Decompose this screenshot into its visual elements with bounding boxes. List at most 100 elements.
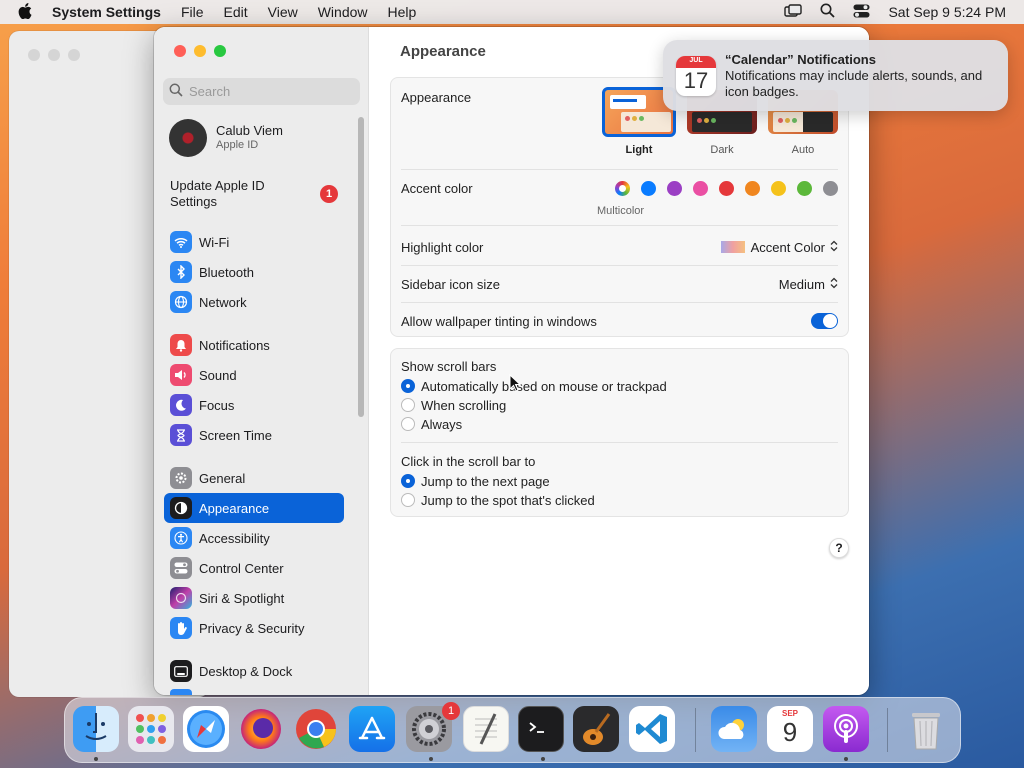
bg-window-minimize-button[interactable]	[48, 49, 60, 61]
radio-auto-scroll[interactable]	[401, 379, 415, 393]
sidebar-item-siri-spotlight[interactable]: Siri & Spotlight	[164, 584, 344, 612]
radio-when-scrolling[interactable]	[401, 398, 415, 412]
bg-window-close-button[interactable]	[28, 49, 40, 61]
appearance-label: Appearance	[401, 90, 472, 105]
search-icon	[169, 83, 189, 100]
calendar-app-icon[interactable]: SEP 9	[767, 706, 813, 752]
sidebar: Search Calub Viem Apple ID Update Apple …	[154, 27, 369, 695]
radio-jump-to-spot-label[interactable]: Jump to the spot that's clicked	[421, 493, 595, 508]
show-scroll-bars-label: Show scroll bars	[401, 359, 497, 374]
radio-jump-to-spot[interactable]	[401, 493, 415, 507]
sidebar-item-screen-time[interactable]: Screen Time	[164, 421, 344, 449]
sidebar-item-appearance[interactable]: Appearance	[164, 493, 344, 523]
sidebar-item-focus[interactable]: Focus	[164, 391, 344, 419]
chevron-updown-icon	[830, 240, 838, 255]
sidebar-item-accessibility[interactable]: Accessibility	[164, 524, 344, 552]
dock-separator	[887, 708, 888, 752]
finder-icon[interactable]	[73, 706, 119, 752]
menu-view[interactable]: View	[268, 4, 298, 20]
search-field[interactable]: Search	[163, 78, 360, 105]
menu-clock[interactable]: Sat Sep 9 5:24 PM	[888, 4, 1006, 20]
accent-purple-swatch[interactable]	[667, 181, 682, 196]
radio-always-label[interactable]: Always	[421, 417, 462, 432]
menu-edit[interactable]: Edit	[224, 4, 248, 20]
moon-icon	[170, 394, 192, 416]
menu-file[interactable]: File	[181, 4, 204, 20]
theme-label-light: Light	[625, 144, 653, 156]
bell-icon	[170, 334, 192, 356]
window-minimize-button[interactable]	[194, 45, 206, 57]
app-store-icon[interactable]	[349, 706, 395, 752]
vscode-icon[interactable]	[629, 706, 675, 752]
sidebar-item-control-center[interactable]: Control Center	[164, 554, 344, 582]
accent-graphite-swatch[interactable]	[823, 181, 838, 196]
safari-icon[interactable]	[183, 706, 229, 752]
avatar	[169, 119, 207, 157]
accent-pink-swatch[interactable]	[693, 181, 708, 196]
sidebar-item-bluetooth[interactable]: Bluetooth	[164, 258, 344, 286]
launchpad-icon[interactable]	[128, 706, 174, 752]
sidebar-item-network[interactable]: Network	[164, 288, 344, 316]
firefox-icon[interactable]	[238, 706, 284, 752]
accent-blue-swatch[interactable]	[641, 181, 656, 196]
theme-label-dark: Dark	[710, 144, 734, 156]
sidebar-item-wifi[interactable]: Wi-Fi	[164, 228, 344, 256]
window-close-button[interactable]	[174, 45, 186, 57]
globe-icon	[170, 291, 192, 313]
textedit-icon[interactable]	[463, 706, 509, 752]
radio-when-scrolling-label[interactable]: When scrolling	[421, 398, 506, 413]
trash-icon[interactable]	[903, 706, 949, 752]
notification-body: Notifications may include alerts, sounds…	[725, 68, 983, 99]
garageband-icon[interactable]	[573, 706, 619, 752]
weather-icon[interactable]	[711, 706, 757, 752]
scroll-bar-settings-card: Show scroll bars Automatically based on …	[390, 348, 849, 517]
sidebar-item-privacy-security[interactable]: Privacy & Security	[164, 614, 344, 642]
sidebar-item-label: Accessibility	[199, 530, 270, 546]
accent-multicolor-swatch[interactable]	[615, 181, 630, 196]
radio-auto-scroll-label[interactable]: Automatically based on mouse or trackpad	[421, 379, 667, 394]
radio-jump-next-page-label[interactable]: Jump to the next page	[421, 474, 550, 489]
sidebar-item-sound[interactable]: Sound	[164, 361, 344, 389]
chrome-icon[interactable]	[293, 706, 339, 752]
control-center-icon[interactable]	[853, 4, 870, 21]
help-button[interactable]: ?	[829, 538, 849, 558]
system-settings-badge: 1	[442, 702, 460, 720]
theme-label-auto: Auto	[791, 144, 815, 156]
terminal-icon[interactable]	[518, 706, 564, 752]
update-badge: 1	[320, 185, 338, 203]
window-zoom-button[interactable]	[214, 45, 226, 57]
apple-menu-icon[interactable]	[18, 2, 36, 22]
control-center-icon	[170, 557, 192, 579]
bg-window-zoom-button[interactable]	[68, 49, 80, 61]
screen-mirroring-icon[interactable]	[784, 3, 803, 21]
wallpaper-tinting-toggle[interactable]	[811, 313, 838, 329]
spotlight-search-icon[interactable]	[820, 3, 836, 21]
calendar-notification-banner[interactable]: JUL 17 “Calendar” Notifications Notifica…	[663, 40, 1008, 111]
system-settings-window: Search Calub Viem Apple ID Update Apple …	[154, 27, 869, 695]
accent-orange-swatch[interactable]	[745, 181, 760, 196]
sidebar-item-general[interactable]: General	[164, 464, 344, 492]
bluetooth-icon	[170, 261, 192, 283]
menu-help[interactable]: Help	[388, 4, 417, 20]
sidebar-item-desktop-dock[interactable]: Desktop & Dock	[164, 657, 344, 685]
speaker-icon	[170, 364, 192, 386]
apple-id-account[interactable]: Calub Viem Apple ID	[169, 119, 349, 159]
radio-jump-next-page[interactable]	[401, 474, 415, 488]
highlight-color-value: Accent Color	[750, 239, 825, 255]
sidebar-scrollbar[interactable]	[358, 117, 364, 417]
divider	[401, 225, 838, 226]
sidebar-item-notifications[interactable]: Notifications	[164, 331, 344, 359]
radio-always[interactable]	[401, 417, 415, 431]
sidebar-icon-size-popup[interactable]: Medium	[779, 274, 838, 294]
podcasts-icon[interactable]	[823, 706, 869, 752]
accent-red-swatch[interactable]	[719, 181, 734, 196]
sidebar-item-label: Sound	[199, 367, 237, 383]
menu-window[interactable]: Window	[318, 4, 368, 20]
accessibility-icon	[170, 527, 192, 549]
update-apple-id-settings[interactable]: Update Apple ID Settings 1	[170, 178, 350, 212]
accent-yellow-swatch[interactable]	[771, 181, 786, 196]
accent-green-swatch[interactable]	[797, 181, 812, 196]
menu-app-name[interactable]: System Settings	[52, 4, 161, 20]
dock-separator	[695, 708, 696, 752]
highlight-color-popup[interactable]: Accent Color	[720, 237, 838, 257]
